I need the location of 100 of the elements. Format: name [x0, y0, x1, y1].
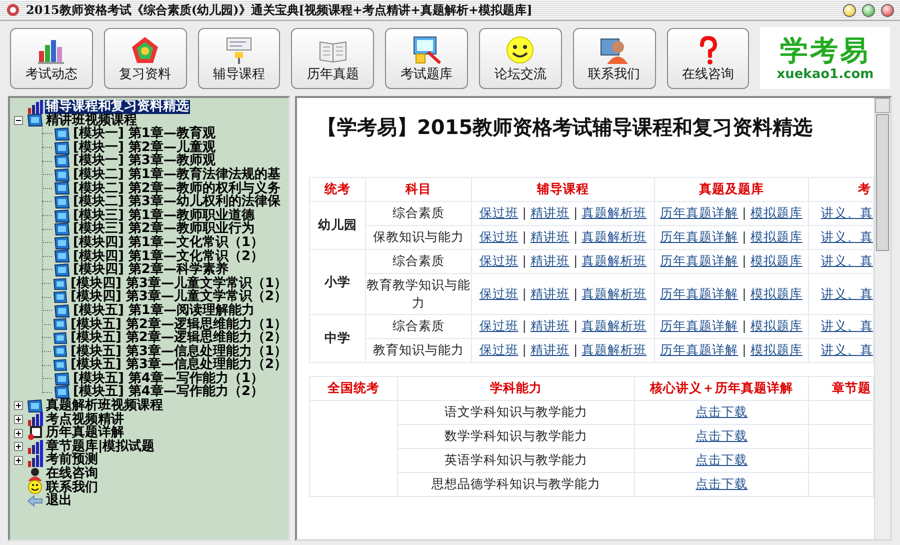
tree-item[interactable]: 考点视频精讲 [45, 412, 125, 426]
toolbar-button[interactable]: 论坛交流 [478, 28, 562, 88]
link[interactable]: 真题解析班 [582, 342, 647, 357]
close-button[interactable] [881, 4, 894, 16]
link[interactable]: 保过班 [479, 229, 518, 244]
link[interactable]: 模拟题库 [750, 318, 802, 333]
tree-item[interactable]: [模块五] 第3章—信息处理能力（1） [70, 344, 288, 358]
column-header: 考 [808, 178, 874, 202]
expand-toggle[interactable] [14, 428, 23, 438]
film-icon [54, 236, 70, 250]
link[interactable]: 历年真题详解 [660, 253, 738, 268]
logo-site: xuekao1.com [776, 66, 874, 82]
tree-item[interactable]: [模块五] 第3章—信息处理能力（2） [70, 358, 288, 372]
tree-item[interactable]: [模块四] 第2章—科学素养 [72, 263, 230, 277]
film-icon [54, 385, 70, 400]
tree-item[interactable]: [模块三] 第1章—教师职业道德 [72, 208, 256, 222]
link[interactable]: 历年真题详解 [660, 205, 738, 220]
link[interactable]: 历年真题详解 [660, 286, 738, 300]
film-icon [53, 290, 68, 304]
link[interactable]: 真题解析班 [582, 253, 647, 268]
column-header: 科目 [366, 178, 472, 202]
toolbar-button[interactable]: 历年真题 [291, 28, 374, 88]
table-cell: 小学 [310, 250, 366, 314]
tree-item[interactable]: [模块一] 第2章—儿童观 [72, 140, 216, 154]
link[interactable]: 精讲班 [530, 229, 570, 244]
tree-item[interactable]: [模块四] 第3章—儿童文学常识（2） [70, 290, 288, 304]
expand-toggle[interactable] [14, 442, 23, 452]
maximize-button[interactable] [862, 4, 875, 16]
minimize-button[interactable] [843, 4, 856, 16]
tree-item[interactable]: 章节题库|模拟试题 [45, 440, 156, 454]
tree-item[interactable]: [模块五] 第2章—逻辑思维能力（1） [70, 318, 288, 332]
link[interactable]: 点击下载 [696, 476, 748, 491]
expand-toggle[interactable] [14, 401, 23, 410]
link[interactable]: 真题解析班 [582, 205, 647, 220]
link[interactable]: 精讲班 [530, 342, 570, 357]
toolbar-button[interactable]: 考试题库 [385, 28, 468, 88]
scrollbar[interactable] [874, 98, 890, 539]
expand-toggle[interactable] [14, 414, 23, 424]
tree-item[interactable]: [模块四] 第1章—文化常识（1） [72, 236, 264, 250]
link[interactable]: 历年真题详解 [660, 229, 738, 244]
link-separator: | [522, 318, 526, 333]
tree-item[interactable]: 考前预测 [45, 453, 99, 468]
tree-item[interactable]: [模块五] 第4章—写作能力（2） [72, 385, 264, 400]
tree-item[interactable]: [模块三] 第2章—教师职业行为 [72, 222, 256, 236]
link[interactable]: 精讲班 [530, 318, 570, 333]
toolbar-button[interactable]: 在线咨询 [666, 28, 750, 88]
tree-item[interactable]: 历年真题详解 [45, 426, 125, 440]
toolbar-button[interactable]: 复习资料 [104, 28, 187, 88]
tree-item[interactable]: 辅导课程和复习资料精选 [45, 100, 190, 114]
link[interactable]: 历年真题详解 [660, 318, 738, 333]
tree-item[interactable]: 退出 [45, 494, 73, 508]
link[interactable]: 模拟题库 [750, 205, 802, 220]
link[interactable]: 点击下载 [696, 404, 748, 419]
link[interactable]: 模拟题库 [750, 286, 802, 300]
monitor-icon [412, 34, 442, 64]
tree-item[interactable]: [模块一] 第3章—教师观 [72, 154, 216, 168]
link[interactable]: 精讲班 [530, 253, 570, 268]
link[interactable]: 保过班 [479, 205, 518, 220]
app-icon [6, 3, 20, 17]
tree-item[interactable]: [模块二] 第2章—教师的权利与义务 [72, 182, 282, 196]
toolbar-button[interactable]: 考试动态 [10, 28, 93, 88]
tree-item[interactable]: [模块二] 第3章—幼儿权利的法律保 [72, 195, 282, 209]
link[interactable]: 模拟题库 [750, 229, 802, 244]
toolbar-button[interactable]: 辅导课程 [198, 28, 280, 88]
tree-item[interactable]: [模块四] 第1章—文化常识（2） [72, 250, 264, 264]
link[interactable]: 保过班 [479, 318, 518, 333]
link[interactable]: 保过班 [479, 253, 518, 268]
link-separator: | [742, 342, 746, 357]
link-separator: | [742, 286, 746, 300]
link[interactable]: 模拟题库 [750, 253, 802, 268]
link[interactable]: 模拟题库 [750, 342, 802, 357]
expand-toggle[interactable] [14, 456, 23, 465]
link[interactable]: 历年真题详解 [660, 342, 738, 357]
link[interactable]: 真题解析班 [582, 229, 647, 244]
link[interactable]: 保过班 [479, 286, 518, 300]
tree-item[interactable]: [模块五] 第2章—逻辑思维能力（2） [70, 331, 288, 345]
link[interactable]: 保过班 [479, 342, 518, 357]
tree-item[interactable]: [模块五] 第4章—写作能力（1） [72, 372, 264, 386]
tree-item[interactable]: [模块二] 第1章—教育法律法规的基 [72, 168, 282, 182]
smiley-icon [505, 34, 536, 64]
toolbar-button[interactable]: 联系我们 [572, 28, 656, 88]
tree-item[interactable]: [模块一] 第1章—教育观 [72, 127, 216, 141]
link[interactable]: 真题解析班 [582, 318, 647, 333]
page-heading: 【学考易】2015教师资格考试辅导课程和复习资料精选 [317, 114, 814, 141]
tree-item[interactable]: [模块五] 第1章—阅读理解能力 [72, 304, 256, 318]
link[interactable]: 真题解析班 [582, 286, 647, 300]
scrollbar-thumb[interactable] [876, 114, 889, 251]
tree-item[interactable]: 真题解析班视频课程 [45, 399, 164, 413]
film-icon [54, 304, 70, 318]
link[interactable]: 精讲班 [530, 286, 570, 300]
tree-item[interactable]: 精讲班视频课程 [45, 114, 138, 128]
exit-icon [27, 494, 43, 508]
link[interactable]: 点击下载 [696, 452, 748, 467]
tree-item[interactable]: 在线咨询 [45, 467, 99, 481]
bar-chart-icon [27, 412, 43, 426]
collapse-toggle[interactable] [14, 116, 23, 125]
link[interactable]: 点击下载 [696, 428, 748, 443]
link[interactable]: 精讲班 [530, 205, 570, 220]
tree-item[interactable]: 联系我们 [45, 480, 99, 494]
link-separator: | [522, 253, 526, 268]
